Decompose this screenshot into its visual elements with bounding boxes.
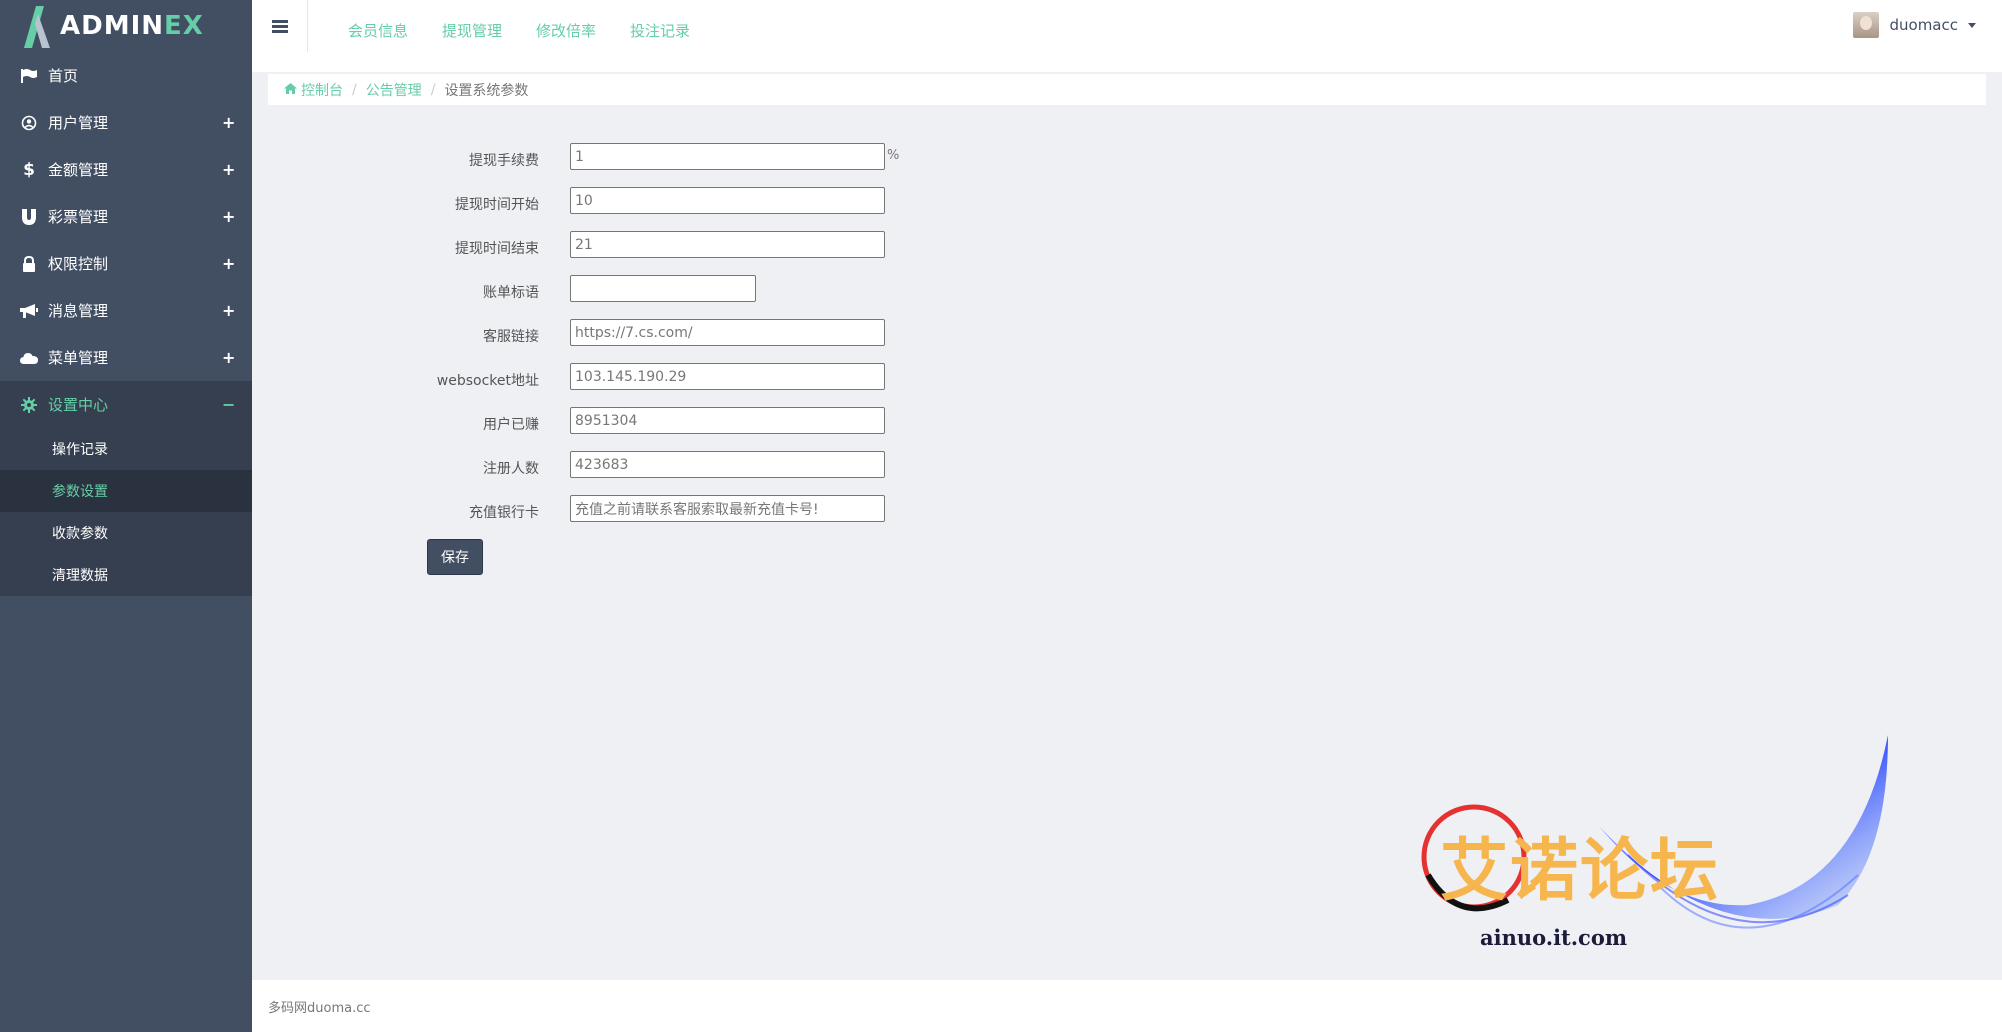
top-bar: 会员信息 提现管理 修改倍率 投注记录 duomacc: [252, 0, 2002, 72]
brand-name: ADMINEX: [60, 11, 204, 41]
avatar: [1853, 12, 1880, 38]
sidebar-item-menus[interactable]: 菜单管理 +: [0, 334, 252, 381]
user-menu[interactable]: duomacc: [1853, 12, 1976, 38]
sidebar-item-permissions[interactable]: 权限控制 +: [0, 240, 252, 287]
field-label: 客服链接: [483, 329, 539, 345]
field-label: 提现手续费: [469, 153, 539, 169]
expand-icon: +: [222, 160, 236, 179]
withdraw-fee-input[interactable]: [570, 143, 885, 170]
form-row-websocket: websocket地址: [268, 360, 1068, 404]
form-row-bank-card: 充值银行卡: [268, 492, 1068, 536]
field-label: 提现时间开始: [455, 197, 539, 213]
field-label: 账单标语: [483, 285, 539, 301]
hamburger-icon: [271, 18, 288, 35]
form-row-user-earned: 用户已赚: [268, 404, 1068, 448]
top-nav: 会员信息 提现管理 修改倍率 投注记录: [348, 20, 690, 41]
top-nav-member-info[interactable]: 会员信息: [348, 20, 408, 41]
settings-form: 提现手续费 % 提现时间开始 提现时间结束 账单标语 客服链接 websocke…: [268, 140, 1068, 575]
sidebar-item-home[interactable]: 首页: [0, 52, 252, 99]
flag-icon: [20, 67, 38, 85]
expand-icon: +: [222, 113, 236, 132]
field-label: 注册人数: [483, 461, 539, 477]
form-row-withdraw-end: 提现时间结束: [268, 228, 1068, 272]
form-row-bill-slogan: 账单标语: [268, 272, 1068, 316]
sidebar-item-messages[interactable]: 消息管理 +: [0, 287, 252, 334]
form-row-registered-count: 注册人数: [268, 448, 1068, 492]
top-nav-bet-records[interactable]: 投注记录: [630, 20, 690, 41]
footer: 多码网duoma.cc: [252, 980, 2002, 1032]
footer-text: 多码网duoma.cc: [268, 1000, 371, 1016]
submenu-item-parameters[interactable]: 参数设置: [0, 470, 252, 512]
gear-icon: [20, 396, 38, 414]
watermark-url: ainuo.it.com: [1480, 925, 1628, 950]
user-name: duomacc: [1889, 16, 1958, 34]
withdraw-start-input[interactable]: [570, 187, 885, 214]
breadcrumb-current: 设置系统参数: [444, 82, 529, 99]
save-button[interactable]: 保存: [427, 539, 483, 575]
sidebar-menu: 首页 用户管理 + $ 金额管理 + 彩票管理 + 权限控制 + 消息管理 + …: [0, 52, 252, 428]
breadcrumb: 控制台 / 公告管理 / 设置系统参数: [268, 74, 1986, 105]
field-label: websocket地址: [436, 373, 539, 389]
watermark-logo: 艾诺论坛 ainuo.it.com: [1418, 735, 1888, 995]
registered-count-input[interactable]: [570, 451, 885, 478]
user-circle-icon: [20, 114, 38, 132]
websocket-address-input[interactable]: [570, 363, 885, 390]
form-row-withdraw-start: 提现时间开始: [268, 184, 1068, 228]
home-icon: [284, 82, 297, 98]
bullhorn-icon: [20, 302, 38, 320]
expand-icon: +: [222, 348, 236, 367]
submenu-item-operation-log[interactable]: 操作记录: [0, 428, 252, 470]
percent-unit: %: [887, 148, 900, 163]
field-label: 充值银行卡: [469, 505, 539, 521]
sidebar-item-settings[interactable]: 设置中心 −: [0, 381, 252, 428]
dollar-icon: $: [23, 159, 35, 180]
bank-card-input[interactable]: [570, 495, 885, 522]
user-earned-input[interactable]: [570, 407, 885, 434]
watermark-text: 艾诺论坛: [1440, 832, 1721, 911]
magnet-icon: [20, 208, 38, 226]
expand-icon: +: [222, 254, 236, 273]
field-label: 提现时间结束: [455, 241, 539, 257]
submenu-item-clear-data[interactable]: 清理数据: [0, 554, 252, 596]
sidebar-toggle-button[interactable]: [252, 0, 308, 52]
sidebar-item-lottery[interactable]: 彩票管理 +: [0, 193, 252, 240]
breadcrumb-home[interactable]: 控制台: [301, 80, 343, 100]
expand-icon: +: [222, 207, 236, 226]
expand-icon: +: [222, 301, 236, 320]
bill-slogan-input[interactable]: [570, 275, 756, 302]
withdraw-end-input[interactable]: [570, 231, 885, 258]
collapse-icon: −: [222, 395, 236, 414]
settings-submenu: 操作记录 参数设置 收款参数 清理数据: [0, 428, 252, 596]
cloud-icon: [20, 349, 38, 367]
logo-icon: [18, 4, 54, 48]
top-nav-withdrawal[interactable]: 提现管理: [442, 20, 502, 41]
submenu-item-payment-params[interactable]: 收款参数: [0, 512, 252, 554]
top-nav-odds[interactable]: 修改倍率: [536, 20, 596, 41]
service-link-input[interactable]: [570, 319, 885, 346]
brand-logo[interactable]: ADMINEX: [0, 0, 252, 52]
form-row-withdraw-fee: 提现手续费 %: [268, 140, 1068, 184]
sidebar-item-money[interactable]: $ 金额管理 +: [0, 146, 252, 193]
breadcrumb-parent[interactable]: 公告管理: [366, 80, 422, 100]
form-row-service-link: 客服链接: [268, 316, 1068, 360]
caret-down-icon: [1968, 22, 1976, 28]
lock-icon: [20, 255, 38, 273]
field-label: 用户已赚: [483, 417, 539, 433]
sidebar: ADMINEX 首页 用户管理 + $ 金额管理 + 彩票管理 + 权限控制 +…: [0, 0, 252, 1032]
sidebar-item-users[interactable]: 用户管理 +: [0, 99, 252, 146]
